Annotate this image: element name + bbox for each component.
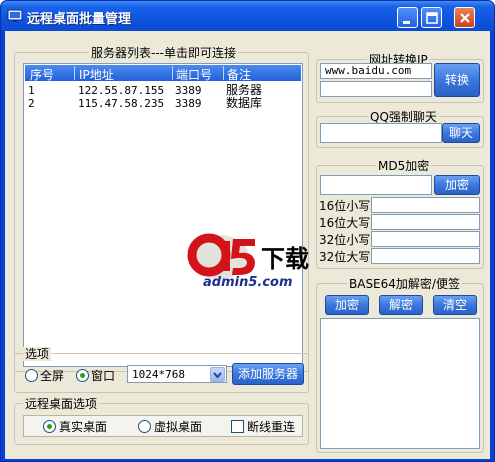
reconnect-label[interactable]: 断线重连 [247,420,295,434]
row-ip: 122.55.87.155 [78,84,165,97]
watermark-text: 下载 [261,245,309,273]
row-ip: 115.47.58.235 [78,97,165,110]
app-window: 远程桌面批量管理 服务器列表---单击即可连接 序号 IP地址 端口号 备注 1… [0,0,495,462]
virtual-desktop-label[interactable]: 虚拟桌面 [154,420,202,434]
server-list[interactable]: 序号 IP地址 端口号 备注 1 122.55.87.155 3389 服务器 … [23,63,303,367]
chevron-down-icon [213,372,222,379]
table-row[interactable]: 2 115.47.58.235 3389 数据库 [28,96,298,111]
row-no: 2 [28,97,35,110]
md5-encrypt-button[interactable]: 加密 [434,175,480,195]
md5-16-lower-label: 16位小写 [319,199,371,213]
server-list-header: 序号 IP地址 端口号 备注 [25,65,301,83]
md5-input[interactable] [320,175,432,195]
md5-group-title: MD5加密 [376,159,432,173]
virtual-desktop-radio[interactable] [138,420,151,433]
column-separator[interactable] [223,66,224,80]
window-label[interactable]: 窗口 [91,369,115,383]
column-header-port[interactable]: 端口号 [176,66,212,83]
url-input[interactable]: www.baidu.com [320,63,432,79]
base64-encrypt-button[interactable]: 加密 [325,295,369,315]
title-bar[interactable]: 远程桌面批量管理 [1,1,494,31]
close-button[interactable] [454,7,475,28]
row-port: 3389 [175,97,202,110]
desktop-options-group-title: 远程桌面选项 [23,397,100,411]
row-note: 数据库 [226,96,263,110]
fullscreen-radio[interactable] [25,369,38,382]
column-header-no[interactable]: 序号 [30,66,54,83]
reconnect-checkbox[interactable] [231,420,244,433]
chat-button[interactable]: 聊天 [442,123,480,143]
add-server-button[interactable]: 添加服务器 [232,363,304,385]
md5-16-upper-field[interactable] [371,214,480,230]
qq-number-input[interactable] [320,123,442,143]
window-client-area: 服务器列表---单击即可连接 序号 IP地址 端口号 备注 1 122.55.8… [5,31,490,459]
minimize-button[interactable] [397,7,418,28]
admin5-watermark: 下载 admin5.com [183,227,333,297]
maximize-icon [426,12,438,24]
watermark-site: admin5.com [203,275,293,290]
app-icon [7,9,23,22]
base64-group-title: BASE64加解密/便签 [347,277,462,291]
note-textarea[interactable] [320,318,480,449]
fullscreen-label[interactable]: 全屏 [40,369,64,383]
md5-16-lower-field[interactable] [371,197,480,213]
resolution-value: 1024*768 [132,368,185,381]
base64-clear-button[interactable]: 清空 [433,295,477,315]
md5-32-lower-field[interactable] [371,231,480,247]
base64-decrypt-button[interactable]: 解密 [379,295,423,315]
close-icon [460,13,470,23]
window-title: 远程桌面批量管理 [27,12,132,27]
minimize-icon [403,21,410,24]
convert-button[interactable]: 转换 [434,63,480,97]
md5-32-upper-field[interactable] [371,248,480,264]
qq-chat-group-title: QQ强制聊天 [368,110,439,124]
resolution-select[interactable]: 1024*768 [127,365,227,383]
options-group-title: 选项 [23,347,52,361]
row-port: 3389 [175,84,202,97]
column-header-note[interactable]: 备注 [227,66,251,83]
real-desktop-label[interactable]: 真实桌面 [59,420,107,434]
resolution-dropdown-button[interactable] [210,367,225,382]
column-separator[interactable] [172,66,173,80]
maximize-button[interactable] [421,7,442,28]
real-desktop-radio[interactable] [43,420,56,433]
row-no: 1 [28,84,35,97]
window-radio[interactable] [76,369,89,382]
server-list-group-title: 服务器列表---单击即可连接 [89,46,238,60]
column-header-ip[interactable]: IP地址 [79,66,114,83]
ip-result-field[interactable] [320,81,432,97]
column-separator[interactable] [74,66,75,80]
